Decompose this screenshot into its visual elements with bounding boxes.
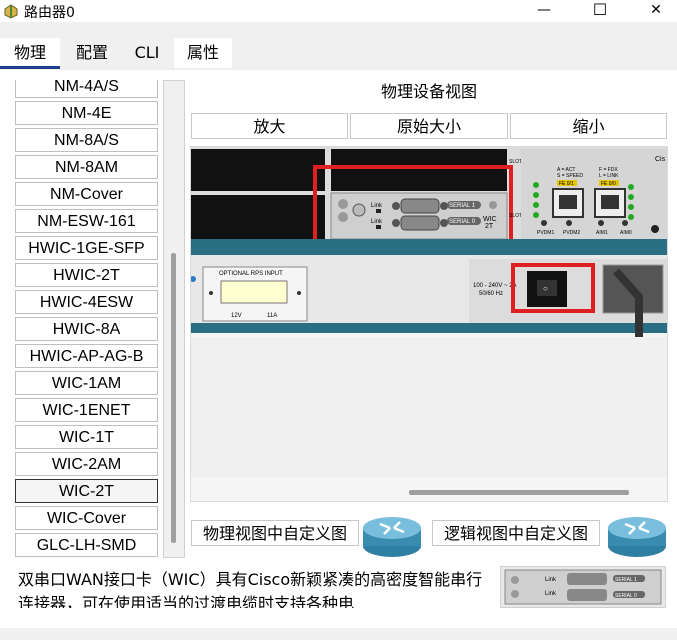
- list-item[interactable]: NM-4A/S: [15, 80, 158, 98]
- tab-config[interactable]: 配置: [64, 38, 120, 68]
- title-bar: 路由器0 — ☐ ✕: [0, 0, 677, 22]
- customize-physical-view-button[interactable]: 物理视图中自定义图: [191, 520, 359, 546]
- list-item[interactable]: NM-Cover: [15, 182, 158, 206]
- physical-view-title: 物理设备视图: [380, 82, 477, 101]
- thumb-serial0: SERIAL 0: [615, 593, 637, 599]
- list-item[interactable]: NM-4E: [15, 101, 158, 125]
- power-rating-label: 100 - 240V ~ 2A: [473, 283, 517, 289]
- brand-label: Cis: [655, 156, 666, 163]
- zoom-in-button[interactable]: 放大: [191, 113, 348, 139]
- list-item[interactable]: HWIC-1GE-SFP: [15, 236, 158, 260]
- router-icon: [363, 517, 421, 557]
- list-item[interactable]: WIC-2AM: [15, 452, 158, 476]
- link0-label: Link: [371, 219, 383, 225]
- fe01-label: FE 0/1: [559, 181, 574, 187]
- wic2t-sub: 2T: [485, 223, 494, 230]
- scrollbar-thumb[interactable]: [171, 253, 176, 543]
- list-item[interactable]: HWIC-8A: [15, 317, 158, 341]
- close-button[interactable]: ✕: [633, 0, 677, 22]
- wic2t-thumbnail-image: Link Link SERIAL 1 SERIAL 0: [504, 569, 662, 605]
- tab-attributes[interactable]: 属性: [174, 38, 232, 68]
- list-item[interactable]: HWIC-2T: [15, 263, 158, 287]
- list-item[interactable]: HWIC-4ESW: [15, 290, 158, 314]
- pvdm2-label: PVDM2: [563, 230, 580, 236]
- list-item[interactable]: WIC-1ENET: [15, 398, 158, 422]
- rps-volts: 12V: [231, 313, 242, 319]
- router-app-icon: [4, 4, 18, 19]
- power-hz-label: 50/60 Hz: [479, 291, 503, 297]
- router-rear-panel: Link Link SERIAL 1 SERIAL 0 WIC 2T SLOT1…: [191, 147, 667, 477]
- rps-title: OPTIONAL RPS INPUT: [219, 271, 283, 277]
- tab-physical[interactable]: 物理: [0, 38, 60, 69]
- tab-attributes-label: 属性: [186, 43, 219, 62]
- router-icon-logical: [608, 517, 666, 557]
- list-item[interactable]: NM-ESW-161: [15, 209, 158, 233]
- maximize-button[interactable]: ☐: [577, 0, 623, 22]
- module-list-scrollbar[interactable]: [163, 80, 185, 558]
- serial0-label: SERIAL 0: [449, 219, 476, 225]
- list-item[interactable]: NM-8A/S: [15, 128, 158, 152]
- minimize-button[interactable]: —: [521, 0, 567, 22]
- tab-bar: 物理 配置 CLI 属性: [0, 38, 677, 70]
- window-title: 路由器0: [24, 5, 75, 21]
- physical-device-view[interactable]: Link Link SERIAL 1 SERIAL 0 WIC 2T SLOT1…: [190, 146, 668, 502]
- list-item-selected[interactable]: WIC-2T: [15, 479, 158, 503]
- horizontal-scrollbar-thumb[interactable]: [409, 490, 629, 495]
- list-item[interactable]: WIC-Cover: [15, 506, 158, 530]
- thumb-serial1: SERIAL 1: [615, 577, 637, 583]
- link-label: L = LINK: [599, 173, 619, 179]
- pvdm1-label: PVDM1: [537, 230, 554, 236]
- thumb-link1: Link: [545, 577, 557, 583]
- wic2t-label: WIC: [483, 216, 497, 223]
- tab-cli[interactable]: CLI: [122, 38, 172, 68]
- aim0-label: AIM0: [620, 230, 632, 236]
- tab-physical-label: 物理: [13, 43, 46, 62]
- module-thumbnail: Link Link SERIAL 1 SERIAL 0: [500, 566, 666, 608]
- module-list: NM-4A/S NM-4E NM-8A/S NM-8AM NM-Cover NM…: [12, 80, 163, 558]
- rps-amps: 11A: [267, 313, 277, 319]
- list-item[interactable]: WIC-1T: [15, 425, 158, 449]
- speed-label: S = SPEED: [557, 173, 583, 179]
- switch-mark: ○: [543, 284, 548, 293]
- list-item[interactable]: NM-8AM: [15, 155, 158, 179]
- list-item[interactable]: HWIC-AP-AG-B: [15, 344, 158, 368]
- list-item[interactable]: GLC-LH-SMD: [15, 533, 158, 557]
- customize-logical-view-button[interactable]: 逻辑视图中自定义图: [432, 520, 600, 546]
- module-description: 双串口WAN接口卡（WIC）具有Cisco新颖紧凑的高密度智能串行连接器，可在使…: [12, 566, 494, 608]
- tab-cli-label: CLI: [134, 43, 160, 62]
- original-size-button[interactable]: 原始大小: [350, 113, 508, 139]
- link1-label: Link: [371, 203, 383, 209]
- list-item[interactable]: WIC-1AM: [15, 371, 158, 395]
- tab-config-label: 配置: [75, 43, 108, 62]
- fe00-label: FE 0/0: [601, 181, 616, 187]
- aim1-label: AIM1: [596, 230, 608, 236]
- bottom-strip: [0, 628, 677, 640]
- serial1-label: SERIAL 1: [449, 203, 476, 209]
- thumb-link0: Link: [545, 591, 557, 597]
- zoom-out-button[interactable]: 缩小: [510, 113, 667, 139]
